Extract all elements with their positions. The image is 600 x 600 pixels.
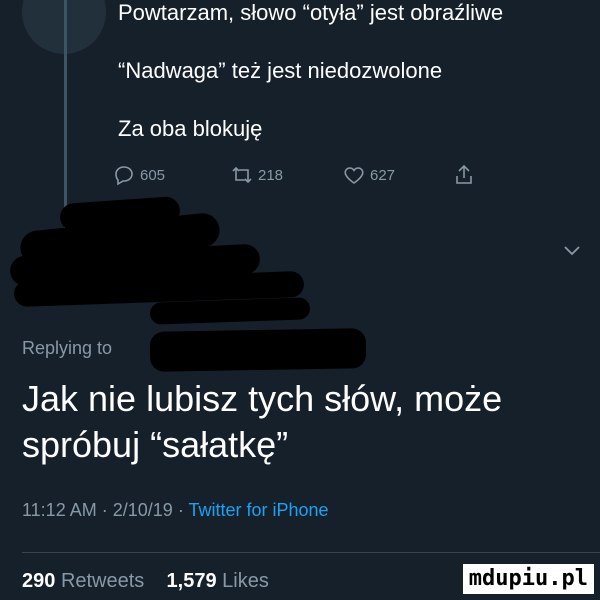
reply-icon (115, 166, 133, 186)
retweets-count: 290 (22, 570, 56, 592)
retweet-count: 218 (258, 166, 284, 184)
main-tweet-text: Jak nie lubisz tych słów, może spróbuj “… (22, 378, 503, 465)
share-icon (456, 164, 472, 184)
replying-to-label: Replying to (22, 338, 113, 358)
heart-icon (344, 167, 364, 184)
tweet-client-link[interactable]: Twitter for iPhone (188, 500, 328, 520)
tweet-actions: 605 218 627 (112, 160, 482, 190)
reply-count: 605 (140, 166, 166, 184)
divider (22, 552, 600, 553)
reply-button[interactable]: 605 (112, 163, 165, 187)
thread-line (64, 0, 67, 232)
tweet-date: 2/10/19 (112, 500, 173, 520)
parent-tweet-line-2: “Nadwaga” też jest niedozwolone (118, 58, 443, 83)
tweet-meta: 11:12 AM · 2/10/19 · Twitter for iPhone (22, 500, 329, 520)
chevron-down-icon[interactable] (560, 238, 584, 262)
retweets-stat[interactable]: 290 Retweets (22, 570, 144, 592)
retweets-label: Retweets (60, 570, 145, 592)
parent-tweet-line-3: Za oba blokuję (118, 116, 263, 141)
likes-label: Likes (222, 570, 269, 592)
likes-count: 1,579 (166, 570, 217, 592)
parent-tweet-line-1: Powtarzam, słowo “otyła” jest obraźliwe (118, 0, 504, 25)
like-button[interactable]: 627 (342, 163, 395, 187)
retweet-button[interactable]: 218 (230, 163, 283, 187)
retweet-icon (232, 166, 252, 184)
likes-stat[interactable]: 1,579 Likes (167, 570, 269, 592)
watermark-logo: mdupiu.pl (462, 564, 594, 594)
share-button[interactable] (452, 163, 476, 187)
like-count: 627 (370, 166, 396, 184)
tweet-time: 11:12 AM (22, 500, 97, 520)
tweet-stats: 290 Retweets 1,579 Likes (22, 570, 269, 593)
